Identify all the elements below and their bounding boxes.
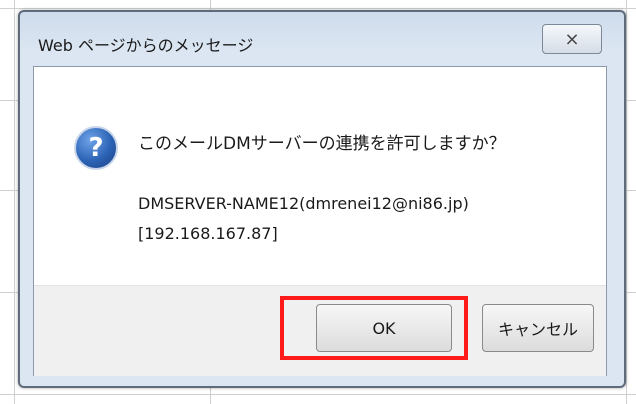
dialog-detail: DMSERVER-NAME12(dmrenei12@ni86.jp) [192.… [138, 189, 469, 249]
dialog-title: Web ページからのメッセージ [38, 36, 254, 55]
cancel-button[interactable]: キャンセル [482, 304, 594, 352]
close-icon: ⨯ [564, 28, 580, 50]
question-icon: ? [74, 126, 118, 170]
server-name: DMSERVER-NAME12(dmrenei12@ni86.jp) [138, 194, 469, 213]
ok-highlight-box [280, 296, 468, 360]
dialog-message: このメールDMサーバーの連携を許可しますか？ [138, 134, 506, 154]
divider [14, 0, 15, 404]
server-ip: [192.168.167.87] [138, 224, 278, 243]
question-glyph: ? [88, 133, 104, 163]
close-button[interactable]: ⨯ [542, 24, 602, 54]
divider [0, 394, 636, 395]
divider [0, 8, 636, 9]
divider [626, 0, 627, 404]
